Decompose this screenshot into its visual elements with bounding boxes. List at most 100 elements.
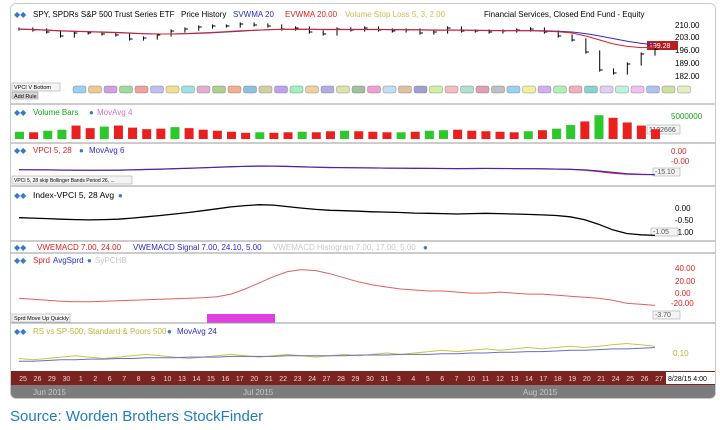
vpci-rule-label: VPCI 5, 28 skip Bollinger Bands Period 2… (14, 178, 115, 184)
panel-icon[interactable]: ◆◆ (14, 327, 27, 336)
volume-bar (566, 125, 576, 139)
volume-bar (15, 131, 24, 139)
color-swatch (661, 85, 676, 94)
volume-bar (495, 131, 505, 139)
color-swatch (460, 85, 474, 94)
panel-icon[interactable]: ◆◆ (14, 108, 27, 117)
volume-legend-1[interactable]: Volume Bars (33, 108, 78, 117)
color-swatch (212, 85, 226, 94)
sprd-rule-label: Sprd Move Up Quickly (14, 316, 69, 322)
volume-bar (382, 132, 392, 139)
color-swatch (150, 85, 164, 94)
index-legend-1[interactable]: Index-VPCI 5, 28 Avg (33, 190, 114, 200)
day-tick-label: 11 (482, 376, 489, 383)
day-tick-label: 20 (583, 376, 591, 383)
sprd-legend-2[interactable]: AvgSprd (53, 256, 84, 265)
day-tick-label: 23 (294, 376, 302, 383)
day-tick-label: 29 (48, 376, 56, 383)
volume-bar (43, 130, 53, 139)
day-tick-label: 6 (440, 376, 444, 383)
day-tick-label: 14 (193, 376, 201, 383)
color-swatch (134, 85, 149, 94)
day-tick-label: 9 (151, 376, 155, 383)
price-legend-1[interactable]: SPY, SPDRs S&P 500 Trust Series ETF (33, 10, 175, 19)
volume-legend-2[interactable]: MovAvg 4 (97, 108, 133, 117)
add-rule-label: Add Rule (14, 94, 37, 100)
price-legend-2[interactable]: Price History (181, 10, 226, 19)
sprd-last-value: -3.70 (655, 312, 671, 319)
sprd-signal-highlight (207, 314, 275, 323)
panel-icon[interactable]: ◆◆ (14, 10, 27, 19)
color-swatch (227, 85, 242, 94)
day-tick-label: 13 (511, 376, 519, 383)
volume-bar (608, 117, 618, 139)
day-tick-label: 21 (597, 376, 605, 383)
volume-bar (29, 132, 39, 139)
panel-icon[interactable]: ◆◆ (14, 243, 27, 252)
day-tick-label: 6 (108, 376, 112, 383)
color-swatch (568, 85, 583, 94)
color-swatch (88, 85, 102, 94)
month-label-3: Aug 2015 (523, 388, 558, 397)
sprd-tick-1: 40.00 (675, 264, 696, 273)
day-tick-label: 12 (496, 376, 504, 383)
month-label-1: Jun 2015 (33, 388, 66, 397)
price-tick-5: 182.00 (675, 72, 700, 81)
volume-bar (297, 131, 307, 139)
price-legend-5[interactable]: Volume Stop Loss 5, 3, 2.00 (345, 10, 446, 19)
volume-bar (651, 129, 660, 139)
volume-bar (170, 127, 180, 139)
volume-bar (354, 131, 364, 139)
vwemacd-legend-2[interactable]: VWEMACD Signal 7.00, 24.10, 5.00 (133, 243, 262, 252)
color-swatch (382, 85, 397, 94)
day-tick-label: 16 (221, 376, 229, 383)
vwemacd-legend-dot: ● (423, 243, 428, 252)
volume-bar (227, 131, 236, 139)
color-swatch (72, 85, 87, 94)
volume-bar (198, 129, 208, 139)
rs-legend-1[interactable]: RS vs SP-500, Standard & Poors 500 (33, 327, 167, 336)
panel-icon[interactable]: ◆◆ (14, 191, 27, 200)
sprd-legend-3[interactable]: SyPCHB (95, 256, 127, 265)
sector-label: Financial Services, Closed End Fund - Eq… (484, 10, 645, 19)
vpci-tick-1: 0.00 (671, 147, 687, 156)
day-tick-label: 18 (554, 376, 562, 383)
volume-bar (142, 129, 152, 139)
sprd-legend-1[interactable]: Sprd (33, 256, 50, 265)
panel-icon[interactable]: ◆◆ (14, 256, 27, 265)
volume-bar (552, 128, 562, 139)
volume-bar (424, 130, 434, 139)
day-tick-label: 22 (279, 376, 287, 383)
day-tick-label: 5 (426, 376, 430, 383)
volume-bar (269, 132, 279, 139)
color-swatch (181, 85, 195, 94)
color-swatch (475, 85, 490, 94)
price-legend-4[interactable]: EVWMA 20.00 (285, 10, 338, 19)
panel-icon[interactable]: ◆◆ (14, 146, 27, 155)
color-swatch (196, 85, 211, 94)
volume-bar (622, 122, 632, 139)
sprd-tick-3: 0.00 (675, 289, 691, 298)
day-tick-label: 25 (626, 376, 634, 383)
color-swatch (413, 85, 428, 94)
vpci-legend-1[interactable]: VPCI 5, 28 (33, 146, 72, 155)
volume-bar (439, 130, 448, 139)
color-swatch (119, 85, 133, 94)
sprd-tick-4: -20.00 (671, 299, 694, 308)
vpci-legend-2[interactable]: MovAvg 6 (89, 146, 125, 155)
color-swatch (584, 85, 598, 94)
volume-bar (453, 129, 463, 139)
vwemacd-legend-1[interactable]: VWEMACD 7.00, 24.00 (37, 243, 122, 252)
volume-bar (368, 131, 378, 139)
price-legend-3[interactable]: SVWMA 20 (233, 10, 274, 19)
vwemacd-legend-3[interactable]: VWEMACD Histogram 7.00, 17.00, 5.00 (273, 243, 416, 252)
day-tick-label: 26 (641, 376, 649, 383)
volume-bar (255, 132, 265, 139)
color-swatch (677, 85, 691, 94)
rs-legend-2[interactable]: MovAvg 24 (177, 327, 217, 336)
end-label: 8/28/15 4:00 (668, 376, 707, 383)
sprd-tick-2: 20.00 (675, 277, 696, 286)
color-swatch (351, 85, 366, 94)
day-tick-label: 7 (455, 376, 459, 383)
volume-bar (467, 130, 477, 139)
